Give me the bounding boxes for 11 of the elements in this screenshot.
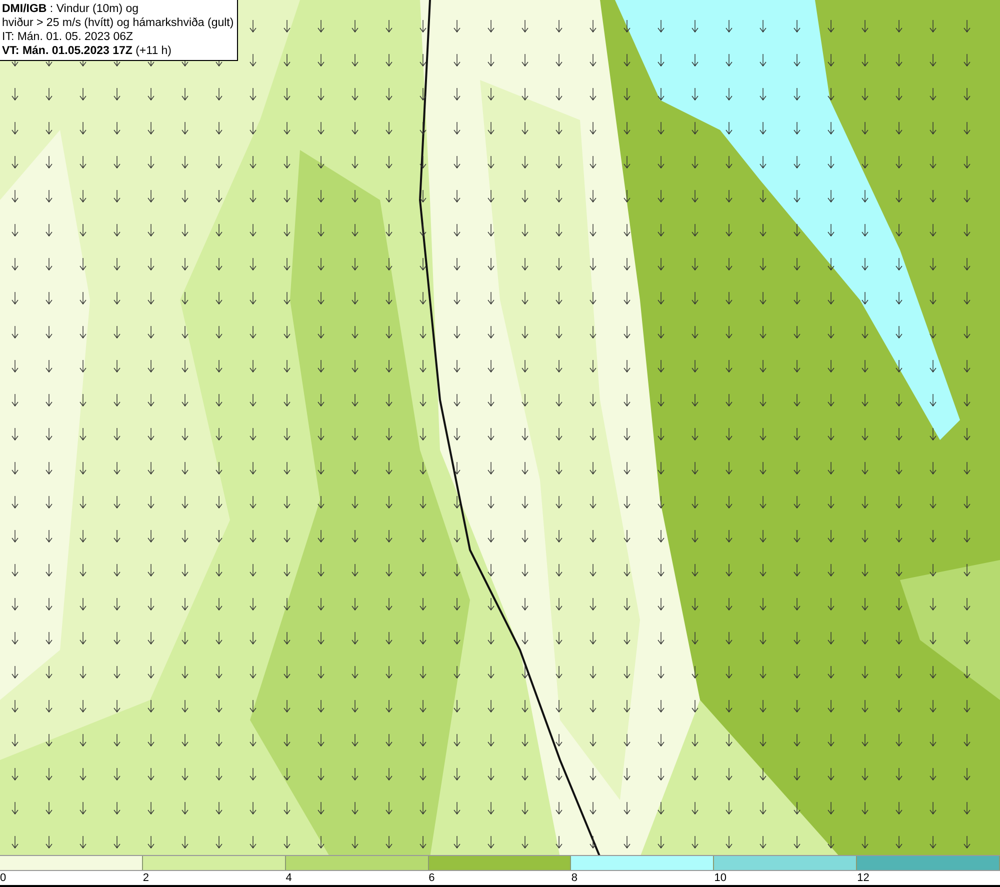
legend-tick-label: 0 — [0, 871, 6, 885]
info-text: VT: Mán. 01.05.2023 17Z (+11 h) — [2, 44, 173, 58]
info-text: hviður > 25 m/s (hvítt) og hámarkshviða (gult) — [2, 16, 234, 30]
legend-tick-label: 12 — [857, 871, 870, 885]
legend-tick-label: 8 — [571, 871, 578, 885]
legend-tick-label: 6 — [428, 871, 435, 885]
info-text: IT: Mán. 01. 05. 2023 06Z — [2, 30, 134, 44]
legend-tick-label: 10 — [714, 871, 727, 885]
legend-tick-label: 4 — [286, 871, 292, 885]
info-text: DMI/IGB : Vindur (10m) og — [2, 2, 140, 16]
legend-tick-label: 2 — [142, 871, 149, 885]
